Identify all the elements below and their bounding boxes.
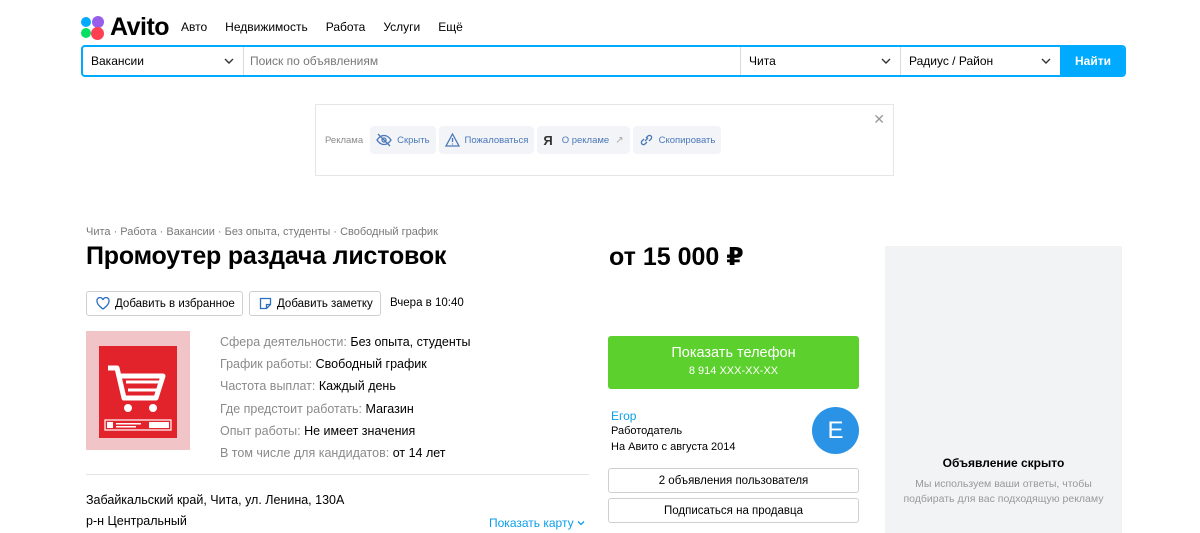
link-icon: [640, 134, 652, 146]
show-map-link[interactable]: Показать карту: [489, 516, 585, 530]
param-value: Каждый день: [318, 379, 396, 394]
nav-item-jobs[interactable]: Работа: [326, 20, 366, 34]
param-value: Свободный график: [315, 357, 427, 372]
ad-complain-label: Пожаловаться: [464, 134, 529, 146]
avito-logo[interactable]: Avito: [81, 13, 170, 42]
seller-since: На Авито с августа 2014: [611, 441, 736, 453]
nav-item-more[interactable]: Ещё: [438, 20, 463, 34]
hidden-ad-panel: Объявление скрыто Мы используем ваши отв…: [885, 246, 1122, 533]
warning-icon: [444, 133, 460, 147]
add-note-label: Добавить заметку: [277, 297, 373, 310]
close-icon[interactable]: ✕: [873, 111, 885, 128]
param-value: Магазин: [365, 401, 414, 416]
search-button[interactable]: Найти: [1060, 47, 1124, 75]
address: Забайкальский край, Чита, ул. Ленина, 13…: [86, 493, 345, 507]
ad-actions: Реклама Скрыть Пожаловаться Я О рекламе …: [325, 126, 724, 154]
nav-item-services[interactable]: Услуги: [383, 20, 420, 34]
param-row: В том числе для кандидатов: от 14 лет: [220, 442, 470, 464]
user-ads-button[interactable]: 2 объявления пользователя: [608, 468, 859, 493]
param-row: Опыт работы: Не имеет значения: [220, 420, 470, 442]
listing-photo-content: [99, 346, 177, 438]
chevron-down-icon: [1041, 58, 1051, 64]
param-value: Без опыта, студенты: [350, 335, 471, 349]
hidden-ad-text: Мы используем ваши ответы, чтобы подбира…: [903, 478, 1104, 505]
param-value: Не имеет значения: [304, 423, 416, 438]
yandex-icon: Я: [543, 132, 553, 148]
chevron-down-icon: [881, 58, 891, 64]
eye-off-icon: [376, 133, 392, 147]
param-key: Опыт работы:: [220, 423, 301, 438]
category-value: Вакансии: [91, 54, 144, 68]
ad-label: Реклама: [325, 134, 364, 146]
hidden-ad-title: Объявление скрыто: [942, 456, 1065, 470]
chevron-down-icon: [224, 58, 234, 64]
param-row: Частота выплат: Каждый день: [220, 375, 470, 397]
breadcrumb[interactable]: Чита · Работа · Вакансии · Без опыта, ст…: [86, 226, 438, 238]
add-note-button[interactable]: Добавить заметку: [249, 291, 381, 316]
search-input[interactable]: [250, 54, 740, 68]
phone-masked: 8 914 XXX-XX-XX: [688, 365, 779, 377]
ad-copy-label: Скопировать: [658, 134, 716, 146]
search-bar: Вакансии Чита Радиус / Район Найти: [81, 45, 1126, 77]
show-phone-label: Показать телефон: [671, 345, 796, 361]
ad-complain-button[interactable]: Пожаловаться: [438, 126, 535, 154]
district: р-н Центральный: [86, 514, 187, 528]
city-select[interactable]: Чита: [741, 47, 901, 75]
heart-icon: [96, 297, 110, 310]
city-value: Чита: [749, 54, 776, 68]
posted-date: Вчера в 10:40: [390, 297, 464, 309]
shopping-cart-icon: [104, 365, 172, 431]
param-value: от 14 лет: [392, 446, 446, 461]
logo-text: Avito: [110, 13, 170, 41]
show-map-label: Показать карту: [489, 516, 574, 530]
avatar[interactable]: E: [812, 407, 859, 454]
job-params: Сфера деятельности: Без опыта, студенты …: [220, 331, 470, 464]
subscribe-button[interactable]: Подписаться на продавца: [608, 498, 859, 523]
param-row: Где предстоит работать: Магазин: [220, 398, 470, 420]
seller-name-link[interactable]: Егор: [611, 409, 636, 423]
logo-dots-icon: [81, 15, 105, 40]
note-icon: [259, 297, 272, 310]
category-select[interactable]: Вакансии: [83, 47, 244, 75]
page-title: Промоутер раздача листовок: [86, 242, 447, 270]
ad-hide-label: Скрыть: [397, 134, 430, 146]
chevron-down-icon: [577, 521, 585, 526]
radius-select[interactable]: Радиус / Район: [901, 47, 1060, 75]
radius-value: Радиус / Район: [909, 54, 994, 68]
param-key: Где предстоит работать:: [220, 401, 363, 416]
add-favorite-button[interactable]: Добавить в избранное: [86, 291, 243, 316]
divider: [86, 474, 589, 475]
show-phone-button[interactable]: Показать телефон 8 914 XXX-XX-XX: [608, 336, 859, 389]
external-link-icon: ↗: [615, 134, 624, 146]
seller-role: Работодатель: [611, 425, 683, 437]
top-nav: Авто Недвижимость Работа Услуги Ещё: [181, 20, 481, 34]
search-field[interactable]: [244, 47, 741, 75]
ad-hide-button[interactable]: Скрыть: [370, 126, 436, 154]
listing-photo[interactable]: [86, 331, 190, 450]
ad-banner: ✕ Реклама Скрыть Пожаловаться Я О реклам…: [315, 104, 894, 176]
nav-item-auto[interactable]: Авто: [181, 20, 207, 34]
param-row: Сфера деятельности: Без опыта, студенты: [220, 331, 470, 353]
ad-about-button[interactable]: Я О рекламе ↗: [537, 126, 630, 154]
param-key: Частота выплат:: [220, 379, 316, 394]
price: от 15 000 ₽: [609, 243, 744, 271]
param-key: Сфера деятельности:: [220, 335, 347, 349]
param-key: График работы:: [220, 357, 313, 372]
ad-copy-button[interactable]: Скопировать: [632, 126, 722, 154]
param-row: График работы: Свободный график: [220, 353, 470, 375]
add-favorite-label: Добавить в избранное: [115, 297, 235, 310]
nav-item-realty[interactable]: Недвижимость: [225, 20, 308, 34]
ad-about-label: О рекламе: [561, 134, 610, 146]
param-key: В том числе для кандидатов:: [220, 446, 390, 461]
